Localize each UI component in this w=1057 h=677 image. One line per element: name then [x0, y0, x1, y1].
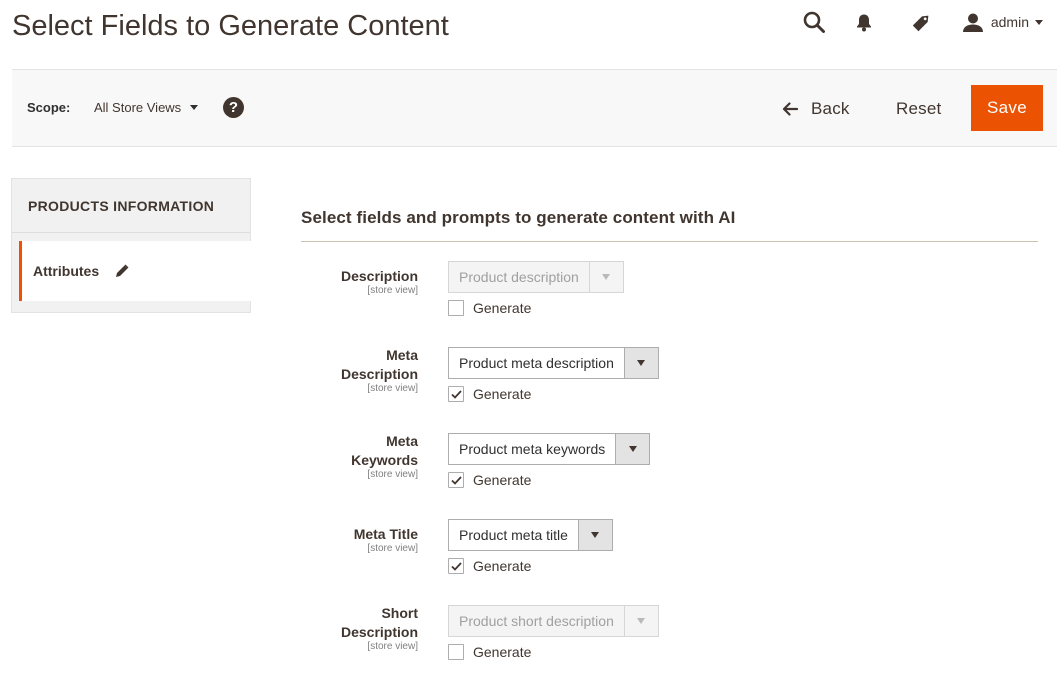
generate-label: Generate	[473, 386, 532, 402]
generate-checkbox[interactable]	[448, 558, 464, 574]
chevron-down-icon	[591, 532, 600, 538]
meta-description-prompt-select[interactable]: Product meta description	[448, 347, 659, 379]
select-toggle	[588, 262, 623, 292]
section-divider	[301, 241, 1038, 242]
description-prompt-select[interactable]: Product description	[448, 261, 624, 293]
select-toggle	[615, 434, 650, 464]
checkmark-icon	[450, 389, 462, 399]
checkmark-icon	[450, 475, 462, 485]
chevron-down-icon	[602, 274, 611, 280]
search-icon[interactable]	[803, 11, 825, 33]
back-button[interactable]: Back	[782, 97, 850, 121]
field-label-text: Meta	[386, 347, 418, 363]
select-value: Product short description	[459, 613, 614, 629]
sidebar: PRODUCTS INFORMATION Attributes	[11, 178, 251, 313]
scope-switcher[interactable]: All Store Views	[94, 100, 199, 115]
header-actions: admin	[803, 8, 1043, 36]
user-name: admin	[990, 14, 1029, 30]
field-label-text: Description	[340, 366, 418, 382]
save-button[interactable]: Save	[971, 85, 1043, 131]
select-value: Product meta title	[459, 527, 568, 543]
user-icon	[962, 13, 983, 32]
scope-value: All Store Views	[94, 100, 182, 115]
field-label-text: Meta	[386, 433, 418, 449]
field-label-text: Keywords	[351, 452, 418, 468]
select-value: Product meta keywords	[459, 441, 606, 457]
generate-checkbox-row[interactable]: Generate	[448, 299, 531, 317]
chevron-down-icon	[637, 618, 646, 624]
field-label: Meta Keywords [store view]	[278, 432, 418, 481]
field-label: Description [store view]	[278, 267, 418, 297]
back-label: Back	[811, 99, 850, 118]
generate-label: Generate	[473, 644, 532, 660]
chevron-down-icon	[190, 105, 199, 110]
page-actions-bar: Scope: All Store Views ? Back Reset Save	[12, 69, 1057, 147]
field-label-text: Meta Title	[353, 526, 418, 542]
chevron-down-icon	[1035, 19, 1043, 25]
generate-checkbox-row[interactable]: Generate	[448, 471, 531, 489]
field-label-text: Description	[340, 624, 418, 640]
generate-label: Generate	[473, 300, 532, 316]
checkmark-icon	[450, 561, 462, 571]
arrow-left-icon	[782, 102, 798, 116]
generate-checkbox[interactable]	[448, 472, 464, 488]
tag-icon[interactable]	[911, 11, 933, 33]
field-label-text: Description	[340, 268, 418, 284]
scope-note: [store view]	[367, 543, 418, 554]
help-icon[interactable]: ?	[223, 97, 244, 118]
select-toggle	[577, 520, 612, 550]
select-toggle	[623, 348, 658, 378]
select-toggle	[623, 606, 658, 636]
user-menu[interactable]: admin	[962, 13, 1043, 32]
meta-keywords-prompt-select[interactable]: Product meta keywords	[448, 433, 651, 465]
page-title: Select Fields to Generate Content	[12, 10, 449, 42]
generate-label: Generate	[473, 558, 532, 574]
reset-button[interactable]: Reset	[896, 97, 941, 121]
sidebar-item-attributes[interactable]: Attributes	[19, 241, 251, 301]
field-label: Short Description [store view]	[278, 604, 418, 653]
scope-label: Scope:	[27, 100, 71, 115]
field-label: Meta Description [store view]	[278, 346, 418, 395]
field-label: Meta Title [store view]	[278, 525, 418, 555]
select-value: Product meta description	[459, 355, 614, 371]
chevron-down-icon	[628, 446, 637, 452]
chevron-down-icon	[637, 360, 646, 366]
short-description-prompt-select[interactable]: Product short description	[448, 605, 659, 637]
generate-checkbox-row[interactable]: Generate	[448, 643, 531, 661]
generate-checkbox-row[interactable]: Generate	[448, 557, 531, 575]
field-label-text: Short	[381, 605, 418, 621]
generate-checkbox[interactable]	[448, 386, 464, 402]
scope-note: [store view]	[367, 469, 418, 480]
generate-checkbox-row[interactable]: Generate	[448, 385, 531, 403]
pencil-icon	[115, 264, 129, 278]
sidebar-title: PRODUCTS INFORMATION	[12, 179, 250, 233]
select-value: Product description	[459, 269, 579, 285]
sidebar-item-label: Attributes	[33, 263, 100, 279]
scope-note: [store view]	[367, 383, 418, 394]
generate-label: Generate	[473, 472, 532, 488]
meta-title-prompt-select[interactable]: Product meta title	[448, 519, 613, 551]
scope-note: [store view]	[367, 285, 418, 296]
section-title: Select fields and prompts to generate co…	[301, 208, 736, 227]
generate-checkbox[interactable]	[448, 300, 464, 316]
generate-checkbox[interactable]	[448, 644, 464, 660]
bell-icon[interactable]	[855, 13, 873, 32]
scope-note: [store view]	[367, 641, 418, 652]
